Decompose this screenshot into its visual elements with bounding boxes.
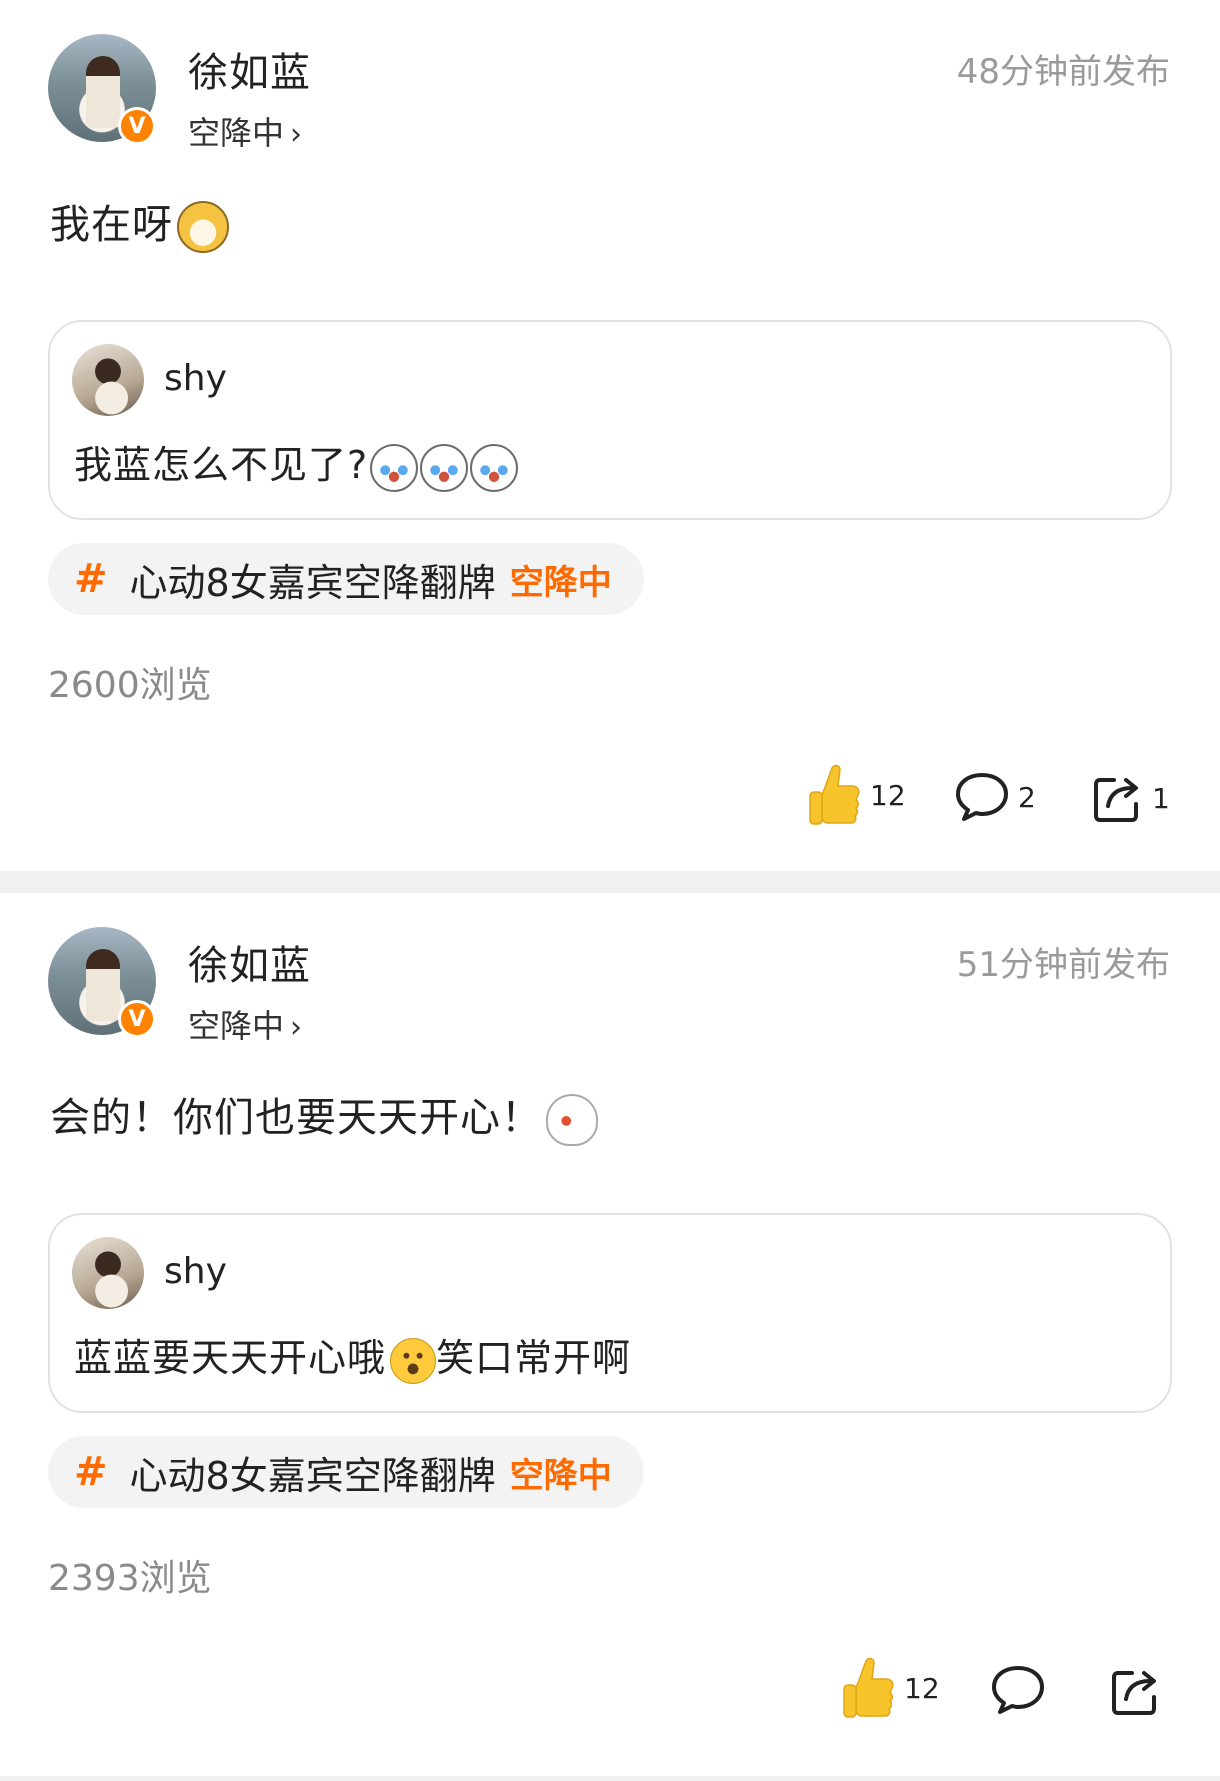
crying-emoji-icon	[420, 443, 469, 492]
status-link[interactable]: 空降中 ›	[188, 1001, 302, 1047]
status-label: 空降中	[188, 1007, 285, 1045]
comment-button[interactable]	[990, 1663, 1054, 1717]
post-time: 51分钟前发布	[956, 945, 1170, 985]
quote-avatar[interactable]	[72, 344, 144, 416]
like-button[interactable]: 12	[806, 762, 906, 828]
comment-count: 2	[1018, 780, 1036, 814]
thumbs-up-icon	[843, 1657, 894, 1718]
like-count: 12	[870, 778, 906, 812]
hashtag-icon: #	[74, 1449, 108, 1495]
thumbs-up-icon	[809, 764, 860, 825]
quote-text: 蓝蓝要天天开心哦 笑口常开啊	[74, 1327, 631, 1384]
quote-author-name[interactable]: shy	[164, 1251, 227, 1292]
status-link[interactable]: 空降中 ›	[188, 108, 302, 154]
hashtag-icon: #	[74, 556, 108, 602]
chevron-right-icon: ›	[290, 117, 303, 152]
share-icon	[1112, 1671, 1156, 1715]
verified-badge-icon: V	[118, 1000, 156, 1038]
post-time: 48分钟前发布	[956, 52, 1170, 92]
smile-emoji-icon	[390, 1337, 437, 1384]
share-count: 1	[1152, 781, 1170, 815]
quote-text-part1: 蓝蓝要天天开心哦	[74, 1336, 387, 1380]
verified-badge-icon: V	[118, 107, 156, 145]
topic-pill[interactable]: # 心动8女嘉宾空降翻牌 空降中	[48, 1436, 644, 1508]
avatar-figure	[86, 949, 120, 1021]
author-name[interactable]: 徐如蓝	[188, 933, 311, 991]
quote-avatar[interactable]	[72, 1237, 144, 1309]
quote-text-part2: 笑口常开啊	[436, 1336, 632, 1380]
post-divider	[0, 1776, 1220, 1781]
topic-status-tag: 空降中	[509, 562, 612, 603]
post-card: V 徐如蓝 空降中 › 48分钟前发布 我在呀 shy 我蓝怎么不见了? # 心动…	[0, 0, 1220, 871]
post-text: 我在呀	[50, 192, 229, 253]
share-button[interactable]	[1110, 1665, 1170, 1717]
quoted-comment-card[interactable]: shy 我蓝怎么不见了?	[48, 320, 1172, 520]
quote-author-name[interactable]: shy	[164, 358, 227, 399]
comment-icon	[992, 1666, 1044, 1714]
chevron-right-icon: ›	[290, 1010, 303, 1045]
crying-emoji-icon	[470, 443, 519, 492]
post-divider	[0, 871, 1220, 893]
doge-emoji-icon	[177, 201, 229, 253]
topic-title: 心动8女嘉宾空降翻牌	[129, 1453, 496, 1498]
post-text: 会的！你们也要天天开心！	[50, 1085, 598, 1146]
like-button[interactable]: 12	[840, 1655, 940, 1721]
topic-status-tag: 空降中	[509, 1455, 612, 1496]
status-label: 空降中	[188, 114, 285, 152]
like-count: 12	[904, 1671, 940, 1705]
comment-button[interactable]: 2	[954, 770, 1036, 824]
comment-icon	[956, 773, 1008, 821]
post-text-content: 我在呀	[50, 202, 173, 248]
quote-text: 我蓝怎么不见了?	[74, 434, 519, 492]
view-count: 2393浏览	[48, 1558, 212, 1599]
avatar-figure	[86, 56, 120, 128]
action-bar: 12	[0, 1655, 1220, 1735]
post-text-content: 会的！你们也要天天开心！	[50, 1095, 542, 1141]
quoted-comment-card[interactable]: shy 蓝蓝要天天开心哦 笑口常开啊	[48, 1213, 1172, 1413]
topic-title: 心动8女嘉宾空降翻牌	[129, 560, 496, 605]
share-button[interactable]: 1	[1092, 772, 1170, 824]
view-count: 2600浏览	[48, 665, 212, 706]
topic-pill[interactable]: # 心动8女嘉宾空降翻牌 空降中	[48, 543, 644, 615]
quote-text-content: 我蓝怎么不见了?	[74, 443, 369, 487]
duck-emoji-icon	[546, 1094, 598, 1146]
post-card: V 徐如蓝 空降中 › 51分钟前发布 会的！你们也要天天开心！ shy 蓝蓝要天…	[0, 893, 1220, 1776]
author-name[interactable]: 徐如蓝	[188, 40, 311, 98]
share-icon	[1094, 778, 1138, 822]
action-bar: 12 2 1	[0, 762, 1220, 842]
crying-emoji-icon	[370, 443, 419, 492]
